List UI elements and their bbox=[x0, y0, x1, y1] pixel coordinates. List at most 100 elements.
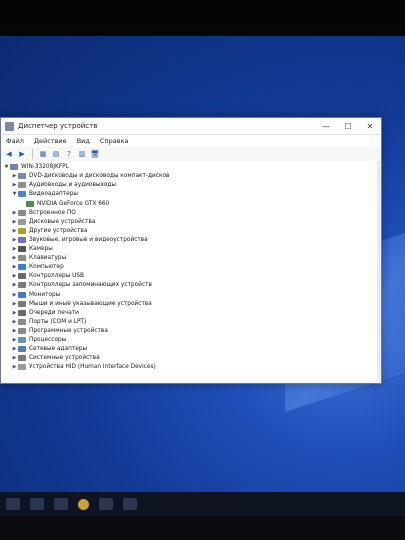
search-icon[interactable] bbox=[30, 498, 44, 510]
printer-icon bbox=[18, 309, 26, 316]
chevron-right-icon[interactable]: ▶ bbox=[11, 292, 18, 298]
tree-item[interactable]: ▶ Мониторы bbox=[11, 290, 60, 299]
menu-view[interactable]: Вид bbox=[72, 137, 95, 145]
chevron-right-icon[interactable]: ▶ bbox=[11, 337, 18, 343]
camera-icon bbox=[18, 246, 26, 253]
back-arrow-icon[interactable]: ◀ bbox=[4, 149, 14, 159]
tree-item[interactable]: ▶ Другие устройства bbox=[11, 227, 87, 236]
help-icon[interactable]: ? bbox=[64, 149, 74, 159]
chevron-right-icon[interactable]: ▶ bbox=[11, 255, 18, 261]
menu-help[interactable]: Справка bbox=[95, 137, 134, 145]
tree-item-label: Мыши и иные указывающие устройства bbox=[29, 300, 152, 307]
chevron-right-icon[interactable]: ▶ bbox=[11, 346, 18, 352]
tree-item[interactable]: ▶ Встроенное ПО bbox=[11, 208, 76, 217]
chevron-right-icon[interactable]: ▶ bbox=[11, 182, 18, 188]
tree-item-label: Системные устройства bbox=[29, 355, 100, 362]
chevron-right-icon[interactable]: ▶ bbox=[11, 301, 18, 307]
computer-icon bbox=[10, 164, 18, 171]
tree-item-label: NVIDIA GeForce GTX 660 bbox=[37, 200, 110, 207]
chevron-right-icon[interactable]: ▶ bbox=[11, 173, 18, 179]
tree-root-label: WIN-33208JKFPL bbox=[21, 164, 69, 171]
system-device-icon bbox=[18, 355, 26, 362]
tree-item[interactable]: ▶ Порты (COM и LPT) bbox=[11, 318, 86, 327]
device-manager-taskbar-icon[interactable] bbox=[123, 498, 137, 510]
tree-item-label: Компьютер bbox=[29, 264, 64, 271]
tree-item[interactable]: ▼ Видеоадаптеры bbox=[11, 190, 78, 199]
display-adapter-icon bbox=[18, 191, 26, 198]
show-hide-tree-icon[interactable]: ▦ bbox=[38, 149, 48, 159]
tree-item[interactable]: ▶ Контроллеры запоминающих устройств bbox=[11, 281, 152, 290]
tree-item[interactable]: ▶ Компьютер bbox=[11, 263, 64, 272]
gpu-icon bbox=[26, 200, 34, 207]
keyboard-icon bbox=[18, 255, 26, 262]
chevron-right-icon[interactable]: ▶ bbox=[11, 273, 18, 279]
tree-item[interactable]: ▶ Мыши и иные указывающие устройства bbox=[11, 299, 152, 308]
chevron-right-icon[interactable]: ▶ bbox=[11, 228, 18, 234]
title-bar[interactable]: Диспетчер устройств — ☐ ✕ bbox=[1, 118, 381, 135]
chevron-right-icon[interactable]: ▶ bbox=[11, 246, 18, 252]
tree-item-label: Камеры bbox=[29, 246, 53, 253]
start-icon[interactable] bbox=[6, 498, 20, 510]
cpu-icon bbox=[18, 337, 26, 344]
maximize-button[interactable]: ☐ bbox=[337, 118, 359, 134]
tree-item-label: Клавиатуры bbox=[29, 255, 67, 262]
tree-item[interactable]: ▶ Камеры bbox=[11, 245, 53, 254]
tree-item-label: Контроллеры USB bbox=[29, 273, 85, 280]
tree-item[interactable]: ▶ Дисковые устройства bbox=[11, 218, 95, 227]
firmware-icon bbox=[18, 209, 26, 216]
chevron-right-icon[interactable]: ▶ bbox=[11, 364, 18, 370]
tree-item-label: Очереди печати bbox=[29, 309, 79, 316]
tree-item[interactable]: ▶ Программные устройства bbox=[11, 327, 108, 336]
chevron-right-icon[interactable]: ▶ bbox=[11, 282, 18, 288]
tree-item-label: Дисковые устройства bbox=[29, 218, 96, 225]
sound-icon bbox=[18, 236, 26, 243]
tree-item-label: Аудиовходы и аудиовыходы bbox=[29, 182, 117, 189]
chevron-right-icon[interactable]: ▶ bbox=[11, 319, 18, 325]
menu-file[interactable]: Файл bbox=[1, 137, 29, 145]
taskbar bbox=[0, 492, 405, 516]
minimize-button[interactable]: — bbox=[315, 118, 337, 134]
chevron-right-icon[interactable]: ▶ bbox=[11, 355, 18, 361]
tree-root[interactable]: ▼ WIN-33208JKFPL bbox=[3, 163, 69, 172]
tree-item-label: Устройства HID (Human Interface Devices) bbox=[29, 364, 156, 371]
chevron-right-icon[interactable]: ▶ bbox=[11, 264, 18, 270]
tree-item-label: DVD-дисководы и дисководы компакт-дисков bbox=[29, 173, 170, 180]
mouse-icon bbox=[18, 300, 26, 307]
list-view-icon[interactable]: ▥ bbox=[77, 149, 87, 159]
device-manager-icon bbox=[5, 121, 14, 131]
port-icon bbox=[18, 318, 26, 325]
chevron-right-icon[interactable]: ▶ bbox=[11, 219, 18, 225]
window-title: Диспетчер устройств bbox=[18, 122, 98, 130]
chevron-right-icon[interactable]: ▶ bbox=[11, 210, 18, 216]
scan-hardware-icon[interactable]: 🖥 bbox=[90, 149, 100, 159]
task-view-icon[interactable] bbox=[54, 498, 68, 510]
chevron-right-icon[interactable]: ▶ bbox=[11, 310, 18, 316]
tree-item[interactable]: ▶ Устройства HID (Human Interface Devices… bbox=[11, 363, 156, 372]
usb-icon bbox=[18, 273, 26, 280]
tree-item[interactable]: ▶ Клавиатуры bbox=[11, 254, 66, 263]
close-button[interactable]: ✕ bbox=[359, 118, 381, 134]
tree-item[interactable]: ▶ Контроллеры USB bbox=[11, 272, 84, 281]
scrollbar[interactable] bbox=[377, 161, 381, 381]
properties-icon[interactable]: ▤ bbox=[51, 149, 61, 159]
chevron-right-icon[interactable]: ▶ bbox=[11, 328, 18, 334]
network-icon bbox=[18, 346, 26, 353]
chevron-down-icon[interactable]: ▼ bbox=[11, 191, 18, 197]
device-manager-window: Диспетчер устройств — ☐ ✕ Файл Действие … bbox=[0, 117, 382, 384]
chevron-down-icon[interactable]: ▼ bbox=[3, 164, 10, 170]
forward-arrow-icon[interactable]: ▶ bbox=[17, 149, 27, 159]
tree-item[interactable]: ▶ Очереди печати bbox=[11, 309, 79, 318]
browser-icon[interactable] bbox=[78, 498, 89, 510]
tree-item[interactable]: ▶ Аудиовходы и аудиовыходы bbox=[11, 181, 116, 190]
tree-item[interactable]: ▶ Системные устройства bbox=[11, 354, 100, 363]
tree-item-label: Мониторы bbox=[29, 291, 61, 298]
tree-item[interactable]: ▶ Сетевые адаптеры bbox=[11, 345, 87, 354]
explorer-icon[interactable] bbox=[99, 498, 113, 510]
tree-item[interactable]: ▶ DVD-дисководы и дисководы компакт-диско… bbox=[11, 172, 169, 181]
hid-icon bbox=[18, 364, 26, 371]
menu-action[interactable]: Действие bbox=[29, 137, 72, 145]
tree-item[interactable]: ▶ Процессоры bbox=[11, 336, 66, 345]
chevron-right-icon[interactable]: ▶ bbox=[11, 237, 18, 243]
tree-item[interactable]: NVIDIA GeForce GTX 660 bbox=[19, 199, 109, 208]
tree-item[interactable]: ▶ Звуковые, игровые и видеоустройства bbox=[11, 236, 148, 245]
